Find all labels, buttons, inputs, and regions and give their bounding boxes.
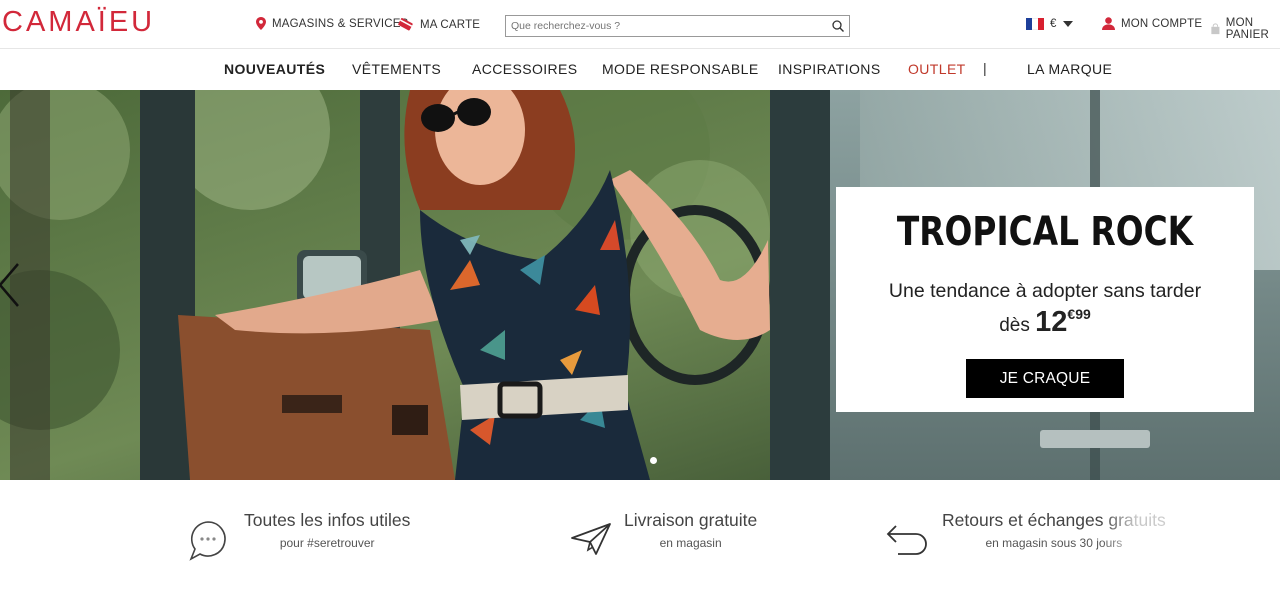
main-nav: NOUVEAUTÉS VÊTEMENTS ACCESSOIRES MODE RE… xyxy=(0,49,1280,90)
card-label: MA CARTE xyxy=(420,18,481,31)
return-arrow-icon xyxy=(886,525,927,555)
search-box xyxy=(505,15,850,37)
info-subtitle: en magasin xyxy=(659,536,722,550)
search-icon[interactable] xyxy=(827,16,849,36)
chat-bubble-icon xyxy=(189,521,226,561)
location-pin-icon xyxy=(256,17,266,30)
nav-separator: | xyxy=(983,60,987,76)
carousel-fade-overlay xyxy=(1100,505,1280,565)
price-prefix: dès xyxy=(999,315,1030,336)
info-item-delivery[interactable]: Livraison gratuite en magasin xyxy=(566,510,757,562)
brand-logo[interactable]: CAMAÏEU xyxy=(2,6,155,39)
search-input[interactable] xyxy=(506,16,827,36)
promo-subtitle: Une tendance à adopter sans tarder xyxy=(888,280,1202,302)
promo-card: TROPICAL ROCK Une tendance à adopter san… xyxy=(836,187,1254,412)
info-subtitle: pour #seretrouver xyxy=(279,536,375,550)
nav-clothing[interactable]: VÊTEMENTS xyxy=(352,61,441,77)
currency-label: € xyxy=(1050,18,1057,30)
stores-label: MAGASINS & SERVICES xyxy=(272,17,409,30)
nav-brand[interactable]: LA MARQUE xyxy=(1027,61,1112,77)
country-currency-select[interactable]: € xyxy=(1026,18,1073,30)
nav-new[interactable]: NOUVEAUTÉS xyxy=(224,61,325,77)
shopping-bag-icon xyxy=(1211,23,1220,35)
promo-price: dès 12€99 xyxy=(836,306,1254,339)
info-title: Livraison gratuite xyxy=(624,510,758,530)
loyalty-card-link[interactable]: MA CARTE xyxy=(397,17,480,32)
carousel-dots xyxy=(650,457,657,464)
cart-label: MON PANIER xyxy=(1225,17,1269,41)
account-label: MON COMPTE xyxy=(1121,17,1203,30)
stores-link[interactable]: MAGASINS & SERVICES xyxy=(256,17,409,30)
nav-responsible-fashion[interactable]: MODE RESPONSABLE xyxy=(602,61,759,77)
card-icon xyxy=(398,18,413,31)
account-link[interactable]: MON COMPTE xyxy=(1102,17,1202,30)
info-title: Toutes les infos utiles xyxy=(244,510,411,530)
cart-link[interactable]: MON PANIER xyxy=(1211,17,1280,41)
paper-plane-icon xyxy=(571,523,611,555)
carousel-dot-active[interactable] xyxy=(650,457,657,464)
nav-accessories[interactable]: ACCESSOIRES xyxy=(472,61,578,77)
hero-banner[interactable]: TROPICAL ROCK Une tendance à adopter san… xyxy=(0,90,1280,480)
user-icon xyxy=(1102,17,1115,30)
nav-outlet[interactable]: OUTLET xyxy=(908,61,966,77)
carousel-prev-arrow-icon[interactable] xyxy=(0,262,24,308)
chevron-down-icon xyxy=(1062,21,1073,27)
nav-inspirations[interactable]: INSPIRATIONS xyxy=(778,61,881,77)
shop-now-button[interactable]: JE CRAQUE xyxy=(966,359,1124,398)
price-decimal: €99 xyxy=(1067,306,1091,322)
price-integer: 12 xyxy=(1035,306,1068,338)
top-bar: CAMAÏEU MAGASINS & SERVICES MA CARTE € M… xyxy=(0,0,1280,49)
france-flag-icon xyxy=(1026,18,1044,30)
promo-title: TROPICAL ROCK xyxy=(896,209,1194,255)
info-item-useful[interactable]: Toutes les infos utiles pour #seretrouve… xyxy=(186,510,410,562)
